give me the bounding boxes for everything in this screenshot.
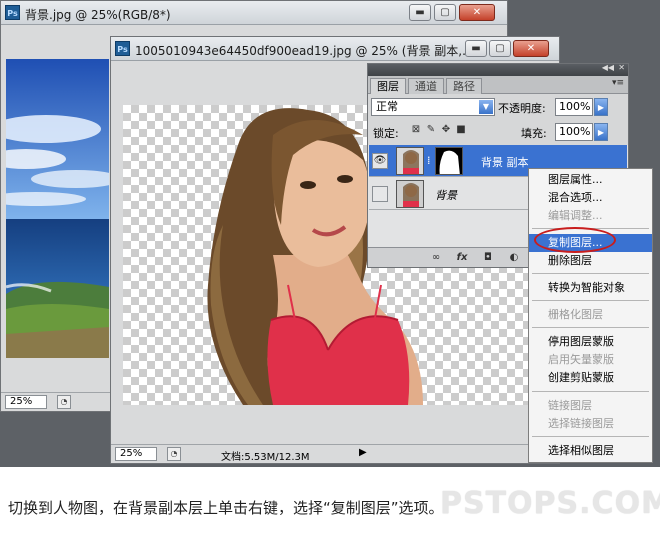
collapse-icon[interactable]: ◀◀ bbox=[602, 63, 614, 72]
mask-icon[interactable]: ◘ bbox=[480, 251, 496, 265]
chain-link-icon[interactable]: ⁞ bbox=[427, 154, 431, 167]
chevron-down-icon: ▼ bbox=[479, 100, 493, 114]
adjustment-icon[interactable]: ◐ bbox=[506, 251, 522, 265]
link-icon[interactable]: ∞ bbox=[428, 251, 444, 265]
layer-name-background: 背景 bbox=[435, 189, 457, 202]
layer-name-background-copy: 背景 副本 bbox=[481, 156, 529, 169]
menu-item-enable-vector-mask: 启用矢量蒙版 bbox=[548, 353, 614, 366]
menu-separator bbox=[532, 391, 649, 392]
minimize-button[interactable]: ▬ bbox=[465, 40, 487, 57]
menu-separator bbox=[532, 436, 649, 437]
tutorial-caption: 切换到人物图，在背景副本层上单击右键，选择“复制图层”选项。 bbox=[8, 499, 444, 517]
opacity-slider-arrow-icon[interactable]: ▶ bbox=[594, 98, 608, 116]
layer-thumbnail bbox=[396, 147, 424, 175]
tab-channels[interactable]: 通道 bbox=[408, 78, 444, 94]
front-window-titlebar[interactable]: Ps 1005010943e64450df900ead19.jpg @ 25% … bbox=[111, 37, 559, 61]
photoshop-icon: Ps bbox=[115, 41, 130, 56]
photoshop-icon: Ps bbox=[5, 5, 20, 20]
maximize-button[interactable]: ▢ bbox=[434, 4, 456, 21]
menu-item-rasterize-layer: 栅格化图层 bbox=[548, 308, 603, 321]
status-menu-icon[interactable]: ◔ bbox=[167, 447, 181, 461]
menu-item-select-linked-layers: 选择链接图层 bbox=[548, 417, 614, 430]
lock-row: 锁定: ⊠ ✎ ✥ ■ 填充: 100% ▶ bbox=[368, 120, 628, 144]
tab-layers[interactable]: 图层 bbox=[370, 78, 406, 94]
minimize-button[interactable]: ▬ bbox=[409, 4, 431, 21]
blend-mode-select[interactable]: 正常 ▼ bbox=[371, 98, 495, 116]
lock-label: 锁定: bbox=[373, 127, 399, 140]
opacity-label: 不透明度: bbox=[498, 102, 546, 115]
back-window-title: 背景.jpg @ 25%(RGB/8*) bbox=[25, 8, 171, 22]
maximize-button[interactable]: ▢ bbox=[489, 40, 511, 57]
front-window-title: 1005010943e64450df900ead19.jpg @ 25% (背景… bbox=[135, 44, 474, 58]
context-menu: 图层属性... 混合选项... 编辑调整... 复制图层... 删除图层 转换为… bbox=[528, 168, 653, 463]
back-window-titlebar[interactable]: Ps 背景.jpg @ 25%(RGB/8*) ▬ ▢ ✕ bbox=[1, 1, 507, 25]
fx-icon[interactable]: fx bbox=[454, 251, 470, 265]
zoom-input[interactable]: 25% bbox=[115, 447, 157, 461]
menu-item-layer-properties[interactable]: 图层属性... bbox=[529, 171, 652, 189]
menu-separator bbox=[532, 327, 649, 328]
fill-slider-arrow-icon[interactable]: ▶ bbox=[594, 123, 608, 141]
layer-thumbnail bbox=[396, 180, 424, 208]
menu-item-disable-layer-mask[interactable]: 停用图层蒙版 bbox=[529, 333, 652, 351]
status-menu-icon[interactable]: ◔ bbox=[57, 395, 71, 409]
tab-paths[interactable]: 路径 bbox=[446, 78, 482, 94]
panel-header-bar[interactable]: ◀◀ ✕ bbox=[368, 63, 628, 76]
panel-menu-icon[interactable]: ▾≡ bbox=[612, 78, 624, 88]
document-size-info: 文档:5.53M/12.3M bbox=[221, 452, 310, 463]
layer-mask-thumbnail[interactable] bbox=[435, 147, 463, 175]
lock-all-icon[interactable]: ■ bbox=[455, 124, 467, 136]
menu-separator bbox=[532, 300, 649, 301]
fill-input[interactable]: 100% bbox=[555, 123, 593, 141]
zoom-input[interactable]: 25% bbox=[5, 395, 47, 409]
fill-label: 填充: bbox=[521, 127, 547, 140]
menu-item-blending-options[interactable]: 混合选项... bbox=[529, 189, 652, 207]
blend-row: 正常 ▼ 不透明度: 100% ▶ bbox=[368, 95, 628, 119]
menu-item-edit-adjustment: 编辑调整... bbox=[548, 209, 603, 222]
watermark-logo: PSTOPS.COM bbox=[440, 486, 660, 521]
menu-item-delete-layer[interactable]: 删除图层 bbox=[529, 252, 652, 270]
lock-brush-icon[interactable]: ✎ bbox=[425, 124, 437, 136]
menu-item-select-similar-layers[interactable]: 选择相似图层 bbox=[529, 442, 652, 460]
close-button[interactable]: ✕ bbox=[513, 40, 549, 57]
panel-close-icon[interactable]: ✕ bbox=[618, 63, 625, 72]
lock-transparency-icon[interactable]: ⊠ bbox=[410, 124, 422, 136]
menu-item-convert-smart-object[interactable]: 转换为智能对象 bbox=[529, 279, 652, 297]
sea-landscape-image bbox=[6, 59, 109, 358]
panel-tabs: 图层 通道 路径 ▾≡ bbox=[368, 76, 628, 94]
menu-separator bbox=[532, 273, 649, 274]
status-arrow-icon[interactable]: ▶ bbox=[359, 447, 367, 458]
front-window-statusbar: 25% ◔ 文档:5.53M/12.3M ▶ bbox=[111, 444, 559, 463]
eye-icon[interactable]: 👁 bbox=[372, 153, 388, 169]
lock-position-icon[interactable]: ✥ bbox=[440, 124, 452, 136]
opacity-input[interactable]: 100% bbox=[555, 98, 593, 116]
close-button[interactable]: ✕ bbox=[459, 4, 495, 21]
annotation-circle bbox=[534, 227, 616, 253]
visibility-toggle[interactable] bbox=[372, 186, 388, 202]
menu-item-create-clipping-mask[interactable]: 创建剪贴蒙版 bbox=[529, 369, 652, 387]
menu-item-link-layers: 链接图层 bbox=[548, 399, 592, 412]
blend-mode-value: 正常 bbox=[376, 100, 398, 113]
